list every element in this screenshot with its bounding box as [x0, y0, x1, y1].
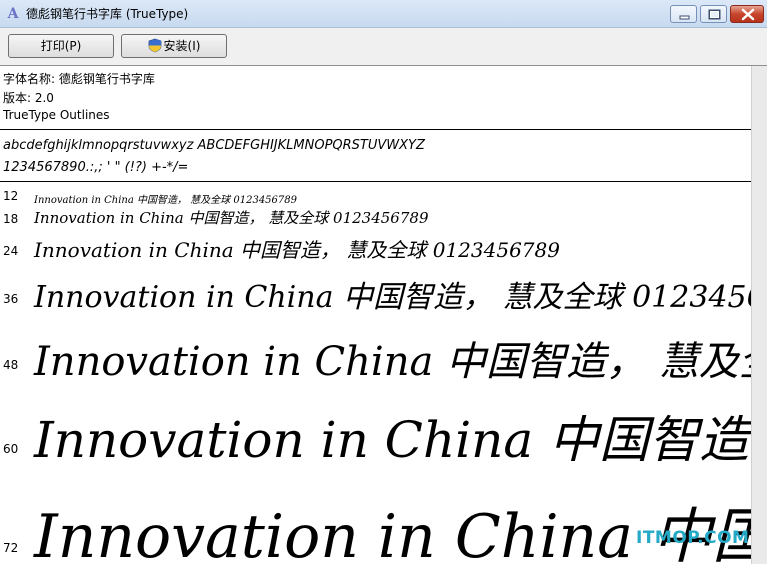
sample-text: Innovation in China 中国智造， 慧及全球 012345678…	[34, 280, 751, 315]
version-label: 版本: 2.0	[3, 91, 54, 105]
sample-text: Innovation in China 中国智造， 慧及全球 012345678…	[34, 411, 751, 469]
watermark: ITMOP.COM	[636, 528, 750, 548]
sample-text: Innovation in China 中国智造， 慧及全球 012345678…	[34, 238, 560, 262]
sample-text: Innovation in China 中国智造， 慧及全球 012345678…	[34, 195, 297, 206]
sample-row-60: 60 Innovation in China 中国智造， 慧及全球 012345…	[0, 392, 751, 474]
sample-row-24: 24 Innovation in China 中国智造， 慧及全球 012345…	[0, 233, 751, 265]
toolbar: 打印(P) 安装(I)	[0, 28, 767, 66]
minimize-button[interactable]	[670, 5, 697, 23]
maximize-button[interactable]	[700, 5, 727, 23]
print-button-label: 打印(P)	[40, 39, 82, 53]
shield-icon	[148, 38, 161, 53]
sample-row-72: 72 Innovation in China 中国智造， 慧及全球 012345…	[0, 476, 751, 564]
charset-letters: abcdefghijklmnopqrstuvwxyz ABCDEFGHIJKLM…	[3, 138, 425, 153]
size-label: 12	[3, 189, 19, 203]
size-label: 48	[3, 358, 19, 372]
font-preview-area: 字体名称: 德彪钢笔行书字库 版本: 2.0 TrueType Outlines…	[0, 66, 751, 564]
size-label: 60	[3, 442, 19, 456]
title-bar: A 德彪钢笔行书字库 (TrueType)	[0, 0, 767, 28]
outlines-label: TrueType Outlines	[3, 108, 110, 122]
print-button[interactable]: 打印(P)	[8, 34, 114, 58]
size-label: 24	[3, 244, 19, 258]
size-label: 72	[3, 541, 19, 555]
size-label: 18	[3, 212, 19, 226]
divider	[0, 129, 751, 130]
charset-digits: 1234567890.:,; ' " (!?) +-*/=	[3, 160, 189, 175]
window-title: 德彪钢笔行书字库 (TrueType)	[26, 7, 189, 21]
sample-text: Innovation in China 中国智造， 慧及全球 012345678…	[34, 339, 751, 385]
size-label: 36	[3, 292, 19, 306]
sample-row-18: 18 Innovation in China 中国智造， 慧及全球 012345…	[0, 207, 751, 231]
sample-text: Innovation in China 中国智造， 慧及全球 012345678…	[34, 502, 751, 564]
close-button[interactable]	[730, 5, 764, 23]
sample-row-12: 12 Innovation in China 中国智造， 慧及全球 012345…	[0, 188, 751, 206]
install-button-label: 安装(I)	[163, 39, 201, 53]
install-button[interactable]: 安装(I)	[121, 34, 227, 58]
sample-text: Innovation in China 中国智造， 慧及全球 012345678…	[34, 209, 429, 227]
divider	[0, 181, 751, 182]
sample-row-36: 36 Innovation in China 中国智造， 慧及全球 012345…	[0, 266, 751, 318]
sample-row-48: 48 Innovation in China 中国智造， 慧及全球 012345…	[0, 321, 751, 389]
font-app-icon: A	[7, 6, 19, 22]
vertical-scrollbar[interactable]	[751, 66, 767, 564]
font-name-label: 字体名称: 德彪钢笔行书字库	[3, 72, 155, 86]
